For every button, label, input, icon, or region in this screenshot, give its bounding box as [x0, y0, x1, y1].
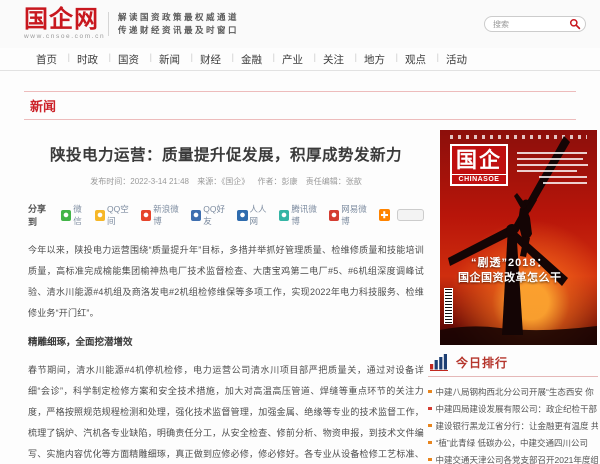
share-qq-button[interactable]: QQ好友 — [191, 203, 232, 227]
magazine-cover[interactable]: 国企 CHINASOE “剧透”2018： 国企国资改革怎么干 — [440, 130, 597, 345]
bullet-icon — [428, 424, 432, 428]
ranking-divider — [428, 376, 598, 377]
share-qq-label: QQ好友 — [203, 203, 232, 227]
nav-item-news[interactable]: 新闻 — [149, 52, 190, 67]
search-button[interactable] — [569, 18, 581, 30]
header-divider — [108, 12, 109, 36]
share-label: 分享到 — [28, 202, 54, 228]
bullet-icon — [428, 441, 432, 445]
site-logo[interactable]: 国企网 www.cnsoe.com.cn — [24, 6, 105, 40]
ranking-item-text: 中建交通天津公司各党支部召开2021年度组织 — [436, 454, 598, 464]
bullet-icon — [428, 407, 432, 411]
ranking-item-text: “植”此青绿 低碳办公，中建交通四川公司 — [436, 437, 598, 449]
ranking-item[interactable]: 中建八局钢构西北分公司开展“生态西安 你 — [428, 383, 598, 400]
section-bar: 新闻 — [24, 91, 576, 120]
sidebar: 国企 CHINASOE “剧透”2018： 国企国资改革怎么干 — [428, 130, 598, 464]
site-logo-text: 国企网 — [24, 6, 105, 32]
nav-item-industry[interactable]: 产业 — [272, 52, 313, 67]
search-icon — [569, 18, 581, 30]
main-nav: 首页 时政 国资 新闻 财经 金融 产业 关注 地方 观点 活动 — [0, 48, 600, 71]
share-wechat-button[interactable]: 微信 — [61, 203, 90, 227]
nav-item-finance[interactable]: 财经 — [190, 52, 231, 67]
renren-icon — [237, 210, 247, 221]
tencent-weibo-icon — [279, 210, 289, 221]
ranking-item[interactable]: 建设银行黑龙江省分行：让金融更有温度 共 — [428, 417, 598, 434]
nav-item-activity[interactable]: 活动 — [436, 52, 477, 67]
share-sina-weibo-button[interactable]: 新浪微博 — [141, 203, 186, 227]
ranking-item-text: 中建四局建设发展有限公司：政企纪检干部 “ — [436, 403, 598, 415]
bar-chart-icon — [430, 354, 450, 371]
nav-item-stateassets[interactable]: 国资 — [108, 52, 149, 67]
nav-item-local[interactable]: 地方 — [354, 52, 395, 67]
meta-publish-time: 发布时间：2022-3-14 21:48 — [90, 177, 189, 186]
ranking-section: 今日排行 中建八局钢构西北分公司开展“生态西安 你 中建四局建设发展有限公司：政… — [428, 354, 598, 464]
article: 陕投电力运营：质量提升促发展，积厚成势发新力 发布时间：2022-3-14 21… — [28, 128, 424, 464]
magazine-logo: 国企 CHINASOE — [450, 144, 508, 186]
netease-weibo-icon — [329, 210, 339, 221]
tagline-line1: 解读国资政策最权威通道 — [118, 11, 239, 24]
share-netease-weibo-label: 网易微博 — [341, 203, 373, 227]
share-wechat-label: 微信 — [73, 203, 89, 227]
nav-item-politics[interactable]: 时政 — [67, 52, 108, 67]
cover-main-headline: “剧透”2018： 国企国资改革怎么干 — [458, 256, 562, 286]
share-sina-weibo-label: 新浪微博 — [153, 203, 185, 227]
ranking-item-text: 中建八局钢构西北分公司开展“生态西安 你 — [436, 386, 598, 398]
site-header: 国企网 www.cnsoe.com.cn 解读国资政策最权威通道 传递财经资讯最… — [0, 0, 600, 48]
share-qzone-button[interactable]: QQ空间 — [95, 203, 136, 227]
qq-icon — [191, 210, 201, 221]
ranking-item[interactable]: 中建交通天津公司各党支部召开2021年度组织 — [428, 451, 598, 464]
ranking-title: 今日排行 — [456, 354, 508, 371]
article-title: 陕投电力运营：质量提升促发展，积厚成势发新力 — [28, 143, 424, 165]
cover-headline-list — [517, 152, 589, 188]
magazine-logo-text: 国企 — [452, 148, 506, 172]
nav-item-opinion[interactable]: 观点 — [395, 52, 436, 67]
cover-headline-line2: 国企国资改革怎么干 — [458, 271, 562, 286]
cover-headline-line1: “剧透”2018： — [458, 256, 562, 271]
ranking-list: 中建八局钢构西北分公司开展“生态西安 你 中建四局建设发展有限公司：政企纪检干部… — [428, 383, 598, 464]
ranking-item[interactable]: “植”此青绿 低碳办公，中建交通四川公司 — [428, 434, 598, 451]
article-meta: 发布时间：2022-3-14 21:48 来源：《国企》 作者：彭康 责任编辑：… — [28, 176, 424, 187]
share-renren-button[interactable]: 人人网 — [237, 203, 274, 227]
page: 国企网 www.cnsoe.com.cn 解读国资政策最权威通道 传递财经资讯最… — [0, 0, 600, 464]
site-logo-url: www.cnsoe.com.cn — [24, 33, 105, 40]
bullet-icon — [428, 458, 432, 462]
tagline-line2: 传递财经资讯最及时窗口 — [118, 24, 239, 37]
ranking-item[interactable]: 中建四局建设发展有限公司：政企纪检干部 “ — [428, 400, 598, 417]
meta-author: 作者：彭康 — [257, 177, 297, 186]
section-label[interactable]: 新闻 — [24, 96, 56, 115]
ranking-item-text: 建设银行黑龙江省分行：让金融更有温度 共 — [436, 420, 598, 432]
qzone-icon — [95, 210, 105, 221]
share-qzone-label: QQ空间 — [107, 203, 136, 227]
nav-item-home[interactable]: 首页 — [26, 52, 67, 67]
barcode — [444, 288, 453, 324]
share-tencent-weibo-button[interactable]: 腾讯微博 — [279, 203, 324, 227]
nav-item-banking[interactable]: 金融 — [231, 52, 272, 67]
share-count-box[interactable] — [397, 209, 424, 221]
search-box[interactable] — [484, 16, 586, 32]
plus-icon — [384, 212, 386, 219]
nav-item-focus[interactable]: 关注 — [313, 52, 354, 67]
wechat-icon — [61, 210, 71, 221]
share-tencent-weibo-label: 腾讯微博 — [291, 203, 323, 227]
bullet-icon — [428, 390, 432, 394]
article-subheading: 精雕细琢，全面挖潜增效 — [28, 334, 424, 348]
share-more-button[interactable] — [379, 209, 390, 221]
share-netease-weibo-button[interactable]: 网易微博 — [329, 203, 374, 227]
share-row: 分享到 微信 QQ空间 新浪微博 QQ好友 人人网 — [28, 202, 424, 228]
site-tagline: 解读国资政策最权威通道 传递财经资讯最及时窗口 — [118, 11, 239, 37]
article-paragraph: 今年以来，陕投电力运营围绕“质量提升年”目标，多措并举抓好管理质量、检维修质量和… — [28, 240, 424, 324]
ranking-header: 今日排行 — [428, 354, 598, 371]
magazine-logo-subtitle: CHINASOE — [452, 174, 506, 183]
search-input[interactable] — [493, 20, 569, 29]
share-renren-label: 人人网 — [250, 203, 274, 227]
meta-source: 来源：《国企》 — [197, 177, 249, 186]
sina-weibo-icon — [141, 210, 151, 221]
article-paragraph: 春节期间，清水川能源#4机停机检修，电力运营公司清水川项目部严把质量关，通过对设… — [28, 360, 424, 464]
meta-editor: 责任编辑：张歆 — [306, 177, 362, 186]
